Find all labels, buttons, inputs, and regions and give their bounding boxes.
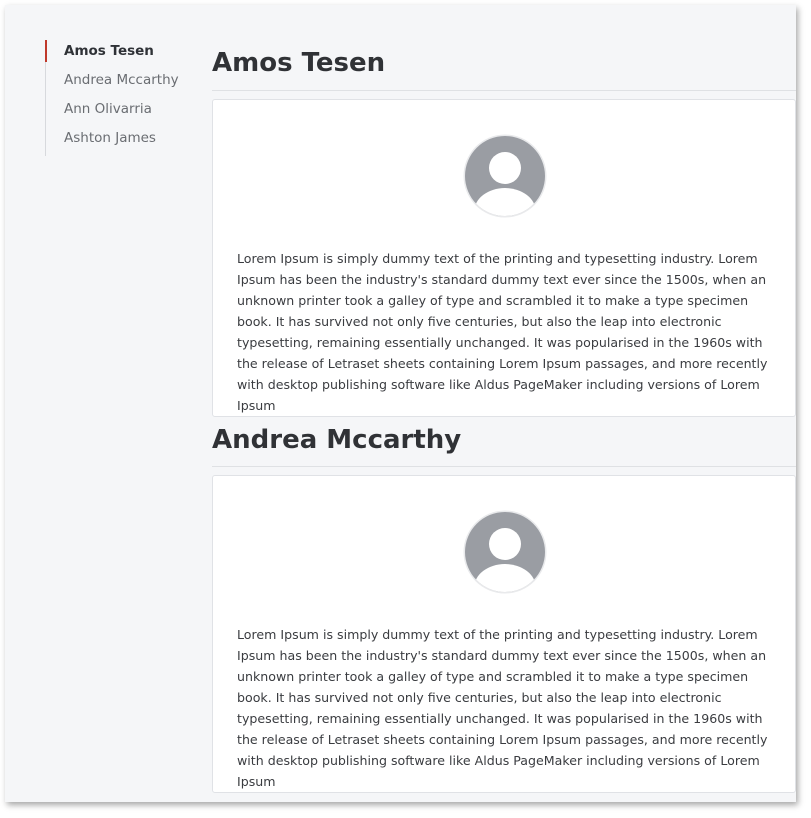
sidebar-item-label: Amos Tesen	[64, 43, 154, 59]
sidebar-item-amos-tesen[interactable]: Amos Tesen	[45, 40, 196, 69]
sidebar-item-ann-olivarria[interactable]: Ann Olivarria	[46, 98, 196, 127]
profile-bio: Lorem Ipsum is simply dummy text of the …	[237, 251, 768, 413]
user-avatar-icon	[463, 510, 547, 594]
profile-card: Lorem Ipsum is simply dummy text of the …	[212, 99, 796, 417]
sidebar-item-label: Ashton James	[64, 130, 156, 146]
page-frame: Amos Tesen Andrea Mccarthy Ann Olivarria…	[5, 5, 796, 802]
sidebar-item-label: Ann Olivarria	[64, 101, 152, 117]
main-content: Amos Tesen Lorem Ipsum is simply dummy t…	[212, 5, 796, 793]
profile-name-heading: Amos Tesen	[212, 5, 796, 91]
sidebar-item-ashton-james[interactable]: Ashton James	[46, 127, 196, 156]
sidebar-item-andrea-mccarthy[interactable]: Andrea Mccarthy	[46, 69, 196, 98]
sidebar-nav: Amos Tesen Andrea Mccarthy Ann Olivarria…	[45, 40, 196, 156]
profile-card: Lorem Ipsum is simply dummy text of the …	[212, 475, 796, 793]
profile-section: Andrea Mccarthy Lorem Ipsum is simply du…	[212, 417, 796, 793]
profile-bio: Lorem Ipsum is simply dummy text of the …	[237, 627, 768, 789]
sidebar-item-label: Andrea Mccarthy	[64, 72, 179, 88]
profile-section: Amos Tesen Lorem Ipsum is simply dummy t…	[212, 5, 796, 417]
profile-name-heading: Andrea Mccarthy	[212, 417, 796, 467]
user-avatar-icon	[463, 134, 547, 218]
